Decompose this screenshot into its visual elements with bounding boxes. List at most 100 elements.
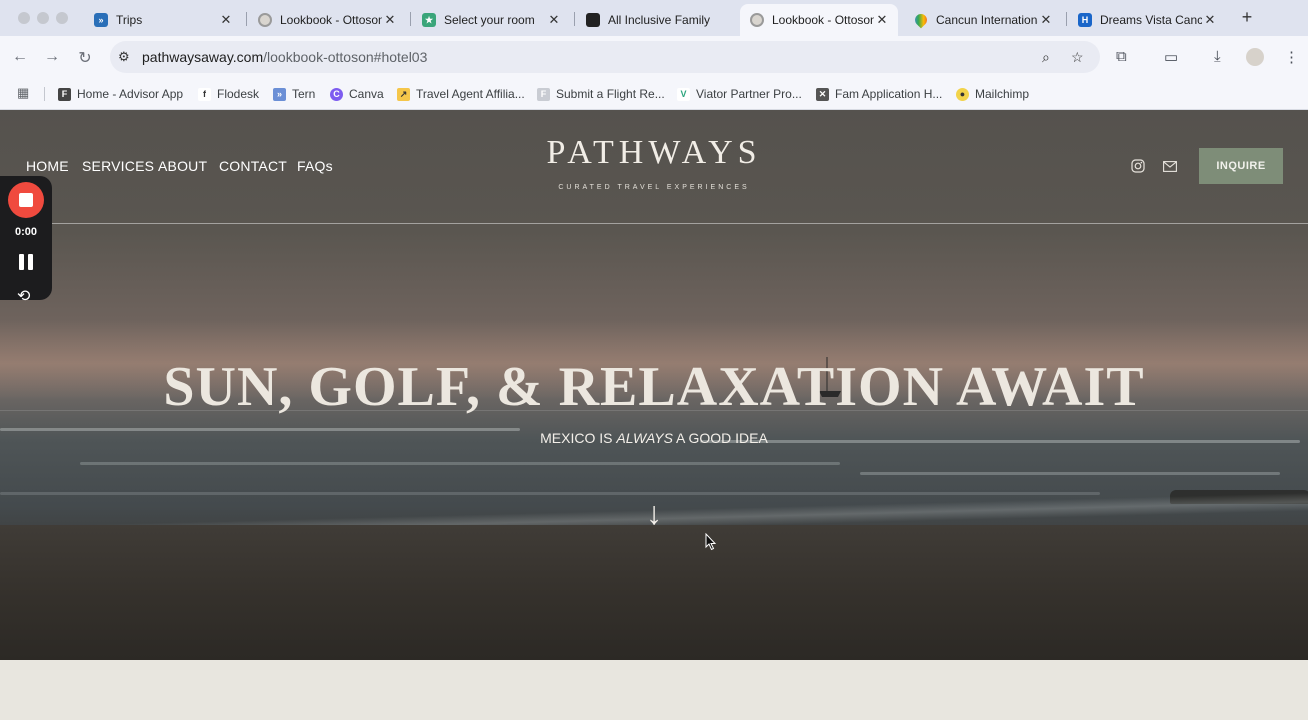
- new-tab-plus-icon[interactable]: +: [1238, 8, 1256, 26]
- site-settings-icon[interactable]: ⚙: [118, 49, 130, 65]
- address-bar[interactable]: ⚙ pathwaysaway.com/lookbook-ottoson#hote…: [110, 41, 1100, 73]
- bookmark-item[interactable]: ✕ Fam Application H...: [816, 84, 942, 104]
- extensions-puzzle-icon[interactable]: ⧉: [1116, 48, 1127, 65]
- window-close-dot[interactable]: [18, 12, 30, 24]
- bookmark-item[interactable]: f Flodesk: [198, 84, 259, 104]
- tab-separator: [574, 12, 575, 26]
- bookmark-favicon-icon: ●: [956, 87, 969, 101]
- profile-avatar[interactable]: [1246, 48, 1264, 66]
- bookmark-favicon-icon: F: [58, 87, 71, 101]
- bookmark-item[interactable]: V Viator Partner Pro...: [677, 84, 802, 104]
- nav-services[interactable]: SERVICES: [82, 158, 154, 174]
- apps-grid-icon[interactable]: ▦: [17, 85, 29, 101]
- close-icon[interactable]: ✕: [1202, 12, 1218, 28]
- download-icon[interactable]: ⤓: [1214, 48, 1221, 65]
- tab-title: Lookbook - Ottoson: [280, 13, 382, 27]
- window-zoom-dot[interactable]: [56, 12, 68, 24]
- tab-separator: [1066, 12, 1067, 26]
- scroll-down-arrow-icon[interactable]: ↓: [640, 495, 668, 531]
- browser-tab[interactable]: All Inclusive Family: [576, 4, 734, 36]
- reload-icon[interactable]: ↻: [76, 48, 94, 68]
- restart-icon[interactable]: ⟲: [17, 286, 30, 306]
- browser-tab-strip: » Trips ✕ Lookbook - Ottoson ✕ ★ Select …: [0, 0, 1308, 36]
- wave: [860, 472, 1280, 475]
- tab-separator: [410, 12, 411, 26]
- nav-contact[interactable]: CONTACT: [219, 158, 287, 174]
- star-icon: ★: [422, 13, 436, 27]
- search-tabs-icon[interactable]: ▭: [1164, 48, 1178, 66]
- close-icon[interactable]: ✕: [874, 12, 890, 28]
- close-icon[interactable]: ✕: [382, 12, 398, 28]
- bookmark-label: Fam Application H...: [835, 87, 943, 101]
- close-icon[interactable]: ✕: [1038, 12, 1054, 28]
- hotels-icon: H: [1078, 13, 1092, 27]
- hero-subheading: MEXICO IS ALWAYS A GOOD IDEA: [0, 430, 1308, 446]
- nav-about[interactable]: ABOUT: [158, 158, 207, 174]
- subhead-emphasis: ALWAYS: [616, 430, 673, 446]
- site-tagline: CURATED TRAVEL EXPERIENCES: [558, 184, 750, 191]
- bookmark-label: Submit a Flight Re...: [556, 87, 665, 101]
- bookmark-label: Home - Advisor App: [77, 87, 184, 101]
- browser-tab[interactable]: Lookbook - Ottoson ✕: [248, 4, 406, 36]
- tab-title: Lookbook - Ottoson: [772, 13, 874, 27]
- site-logo[interactable]: PATHWAYS: [454, 134, 854, 172]
- browser-tab[interactable]: H Dreams Vista Cancun ✕: [1068, 4, 1226, 36]
- globe-icon: [750, 13, 764, 27]
- url-text[interactable]: pathwaysaway.com/lookbook-ottoson#hotel0…: [142, 49, 427, 65]
- bookmark-label: Travel Agent Affilia...: [416, 87, 525, 101]
- zoom-magnifier-icon[interactable]: ⌕: [1042, 49, 1050, 66]
- subhead-text: MEXICO IS: [540, 430, 617, 446]
- url-path: /lookbook-ottoson#hotel03: [263, 49, 428, 65]
- forward-arrow-icon[interactable]: →: [43, 48, 61, 66]
- url-domain: pathwaysaway.com: [142, 49, 264, 65]
- bookmark-item[interactable]: F Submit a Flight Re...: [537, 84, 665, 104]
- bookmark-favicon-icon: F: [537, 87, 550, 101]
- close-icon[interactable]: ✕: [546, 12, 562, 28]
- inquire-button[interactable]: INQUIRE: [1199, 148, 1283, 184]
- sail-logo-icon: »: [94, 13, 108, 27]
- nav-home[interactable]: HOME: [26, 158, 69, 174]
- bookmark-item[interactable]: » Tern: [273, 84, 315, 104]
- tab-title: Select your room: [444, 13, 535, 27]
- more-menu-icon[interactable]: ⋮: [1284, 48, 1299, 66]
- beach-sand: [0, 525, 1308, 660]
- window-minimize-dot[interactable]: [37, 12, 49, 24]
- tab-title: All Inclusive Family: [608, 13, 710, 27]
- hero-headline: SUN, GOLF, & RELAXATION AWAIT: [163, 356, 1145, 418]
- globe-icon: [258, 13, 272, 27]
- bookmark-label: Mailchimp: [975, 87, 1030, 101]
- wave: [80, 462, 840, 465]
- bookmark-item[interactable]: ● Mailchimp: [956, 84, 1029, 104]
- stop-recording-button[interactable]: [8, 182, 44, 218]
- tab-separator: [246, 12, 247, 26]
- bookmark-favicon-icon: »: [273, 87, 286, 101]
- pause-icon[interactable]: [19, 254, 33, 270]
- bookmark-label: Viator Partner Pro...: [696, 87, 802, 101]
- browser-tab[interactable]: » Trips ✕: [84, 4, 242, 36]
- back-arrow-icon[interactable]: ←: [11, 48, 29, 66]
- nav-faqs[interactable]: FAQs: [297, 158, 333, 174]
- instagram-icon[interactable]: [1131, 159, 1145, 173]
- bookmark-favicon-icon: ✕: [816, 87, 829, 101]
- close-icon[interactable]: ✕: [218, 12, 234, 28]
- tab-title: Cancun International: [936, 13, 1038, 27]
- recording-timer: 0:00: [14, 226, 38, 238]
- browser-toolbar: ← → ↻ ⚙ pathwaysaway.com/lookbook-ottoso…: [0, 36, 1308, 78]
- bookmark-divider: [44, 87, 45, 101]
- maps-pin-icon: [912, 11, 930, 29]
- tab-title: Trips: [116, 13, 143, 27]
- bookmark-item[interactable]: C Canva: [330, 84, 384, 104]
- browser-tab[interactable]: Cancun International ✕: [904, 4, 1062, 36]
- bookmark-star-icon[interactable]: ☆: [1071, 49, 1084, 66]
- bookmarks-bar: ▦ F Home - Advisor App f Flodesk » Tern C Ca…: [0, 78, 1308, 110]
- browser-tab-active[interactable]: Lookbook - Ottoson ✕: [740, 4, 898, 36]
- subhead-text: A GOOD IDEA: [672, 430, 768, 446]
- bookmark-label: Tern: [292, 87, 316, 101]
- photo-icon: [586, 13, 600, 27]
- mouse-cursor-icon: [705, 533, 717, 551]
- bookmark-item[interactable]: ↗ Travel Agent Affilia...: [397, 84, 525, 104]
- hero-section: HOME SERVICES ABOUT CONTACT FAQs PATHWAY…: [0, 110, 1308, 660]
- browser-tab[interactable]: ★ Select your room ✕: [412, 4, 570, 36]
- mail-icon[interactable]: [1163, 161, 1177, 172]
- bookmark-item[interactable]: F Home - Advisor App: [58, 84, 183, 104]
